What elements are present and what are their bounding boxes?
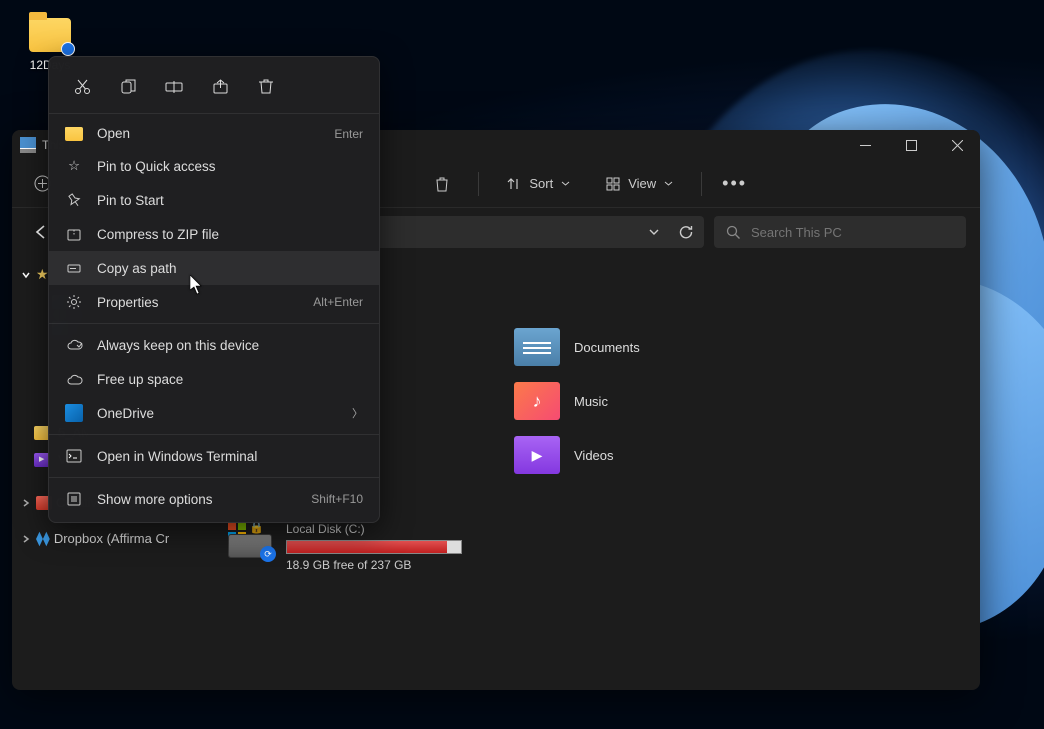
view-button[interactable]: View bbox=[598, 172, 681, 195]
menu-pin-start[interactable]: Pin to Start bbox=[49, 183, 379, 217]
documents-icon bbox=[514, 328, 560, 366]
dropbox-icon: ⧫⧫ bbox=[36, 530, 50, 547]
folder-documents[interactable]: Documents bbox=[494, 320, 804, 374]
disk-icon: 🔒 ⟳ bbox=[228, 522, 272, 558]
share-button[interactable] bbox=[205, 71, 235, 101]
videos-icon bbox=[514, 436, 560, 474]
refresh-icon[interactable] bbox=[678, 224, 694, 240]
copy-button[interactable] bbox=[113, 71, 143, 101]
local-disk-c[interactable]: 🔒 ⟳ Local Disk (C:) 18.9 GB free of 237 … bbox=[184, 514, 980, 580]
menu-show-more-options[interactable]: Show more options Shift+F10 bbox=[49, 482, 379, 516]
view-icon bbox=[606, 177, 620, 191]
chevron-down-icon bbox=[664, 179, 673, 188]
menu-free-up-space[interactable]: Free up space bbox=[49, 362, 379, 396]
cloud-icon bbox=[65, 370, 83, 388]
folder-videos[interactable]: Videos bbox=[494, 428, 804, 482]
star-icon: ☆ bbox=[65, 157, 83, 175]
music-icon bbox=[514, 382, 560, 420]
zip-icon bbox=[65, 225, 83, 243]
maximize-button[interactable] bbox=[888, 130, 934, 160]
properties-icon bbox=[65, 293, 83, 311]
folder-icon bbox=[29, 18, 71, 52]
context-menu: Open Enter ☆ Pin to Quick access Pin to … bbox=[48, 56, 380, 523]
disk-usage-bar bbox=[286, 540, 462, 554]
cut-button[interactable] bbox=[67, 71, 97, 101]
menu-open-terminal[interactable]: Open in Windows Terminal bbox=[49, 439, 379, 473]
minimize-button[interactable] bbox=[842, 130, 888, 160]
search-input[interactable] bbox=[751, 225, 954, 240]
pin-icon bbox=[65, 191, 83, 209]
chevron-down-icon bbox=[561, 179, 570, 188]
menu-always-keep[interactable]: Always keep on this device bbox=[49, 328, 379, 362]
menu-copy-as-path[interactable]: Copy as path bbox=[49, 251, 379, 285]
menu-pin-quick-access[interactable]: ☆ Pin to Quick access bbox=[49, 149, 379, 183]
delete-button[interactable] bbox=[251, 71, 281, 101]
path-icon bbox=[65, 259, 83, 277]
sort-icon bbox=[507, 177, 521, 191]
cloud-check-icon bbox=[65, 336, 83, 354]
sort-label: Sort bbox=[529, 176, 553, 191]
disk-free-text: 18.9 GB free of 237 GB bbox=[286, 558, 462, 572]
view-label: View bbox=[628, 176, 656, 191]
menu-compress-zip[interactable]: Compress to ZIP file bbox=[49, 217, 379, 251]
this-pc-icon bbox=[20, 137, 36, 153]
rename-button[interactable] bbox=[159, 71, 189, 101]
folder-music[interactable]: Music bbox=[494, 374, 804, 428]
more-options-button[interactable]: ••• bbox=[722, 173, 747, 194]
chevron-down-icon[interactable] bbox=[648, 226, 660, 238]
search-box[interactable] bbox=[714, 216, 966, 248]
delete-button[interactable] bbox=[426, 168, 458, 200]
onedrive-icon bbox=[65, 404, 83, 422]
disk-name: Local Disk (C:) bbox=[286, 522, 462, 536]
star-icon: ★ bbox=[36, 266, 49, 283]
folder-icon bbox=[65, 127, 83, 141]
menu-open[interactable]: Open Enter bbox=[49, 118, 379, 149]
sidebar-item-dropbox[interactable]: ⧫⧫Dropbox (Affirma Cr bbox=[12, 524, 184, 553]
menu-onedrive[interactable]: OneDrive 〉 bbox=[49, 396, 379, 430]
sort-button[interactable]: Sort bbox=[499, 172, 578, 195]
more-icon bbox=[65, 490, 83, 508]
chevron-right-icon: 〉 bbox=[352, 405, 363, 421]
menu-properties[interactable]: Properties Alt+Enter bbox=[49, 285, 379, 319]
search-icon bbox=[726, 225, 741, 240]
close-button[interactable] bbox=[934, 130, 980, 160]
terminal-icon bbox=[65, 447, 83, 465]
